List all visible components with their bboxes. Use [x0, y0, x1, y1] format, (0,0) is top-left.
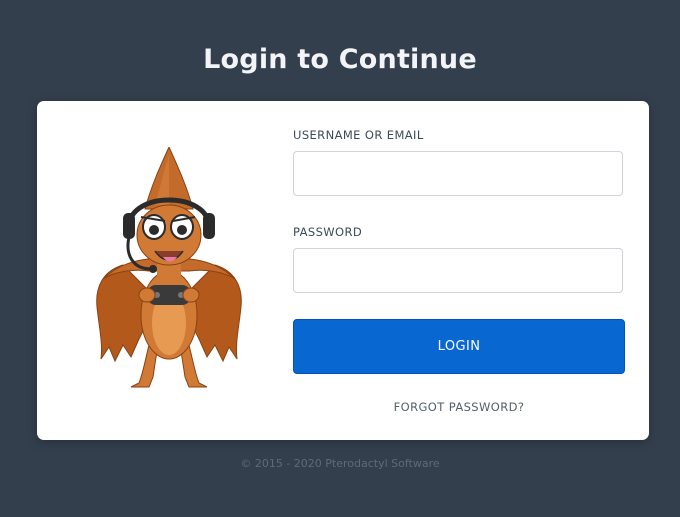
- username-label: USERNAME OR EMAIL: [293, 128, 424, 142]
- username-input[interactable]: [293, 151, 623, 196]
- pterodactyl-mascot-icon: [96, 147, 242, 388]
- password-label: PASSWORD: [293, 225, 363, 239]
- footer-copyright: © 2015 - 2020 Pterodactyl Software: [240, 457, 440, 470]
- login-card: USERNAME OR EMAIL PASSWORD LOGIN FORGOT …: [37, 101, 649, 440]
- page-title: Login to Continue: [203, 44, 477, 75]
- password-input[interactable]: [293, 248, 623, 293]
- login-button[interactable]: LOGIN: [293, 319, 625, 374]
- forgot-password-link[interactable]: FORGOT PASSWORD?: [293, 400, 625, 414]
